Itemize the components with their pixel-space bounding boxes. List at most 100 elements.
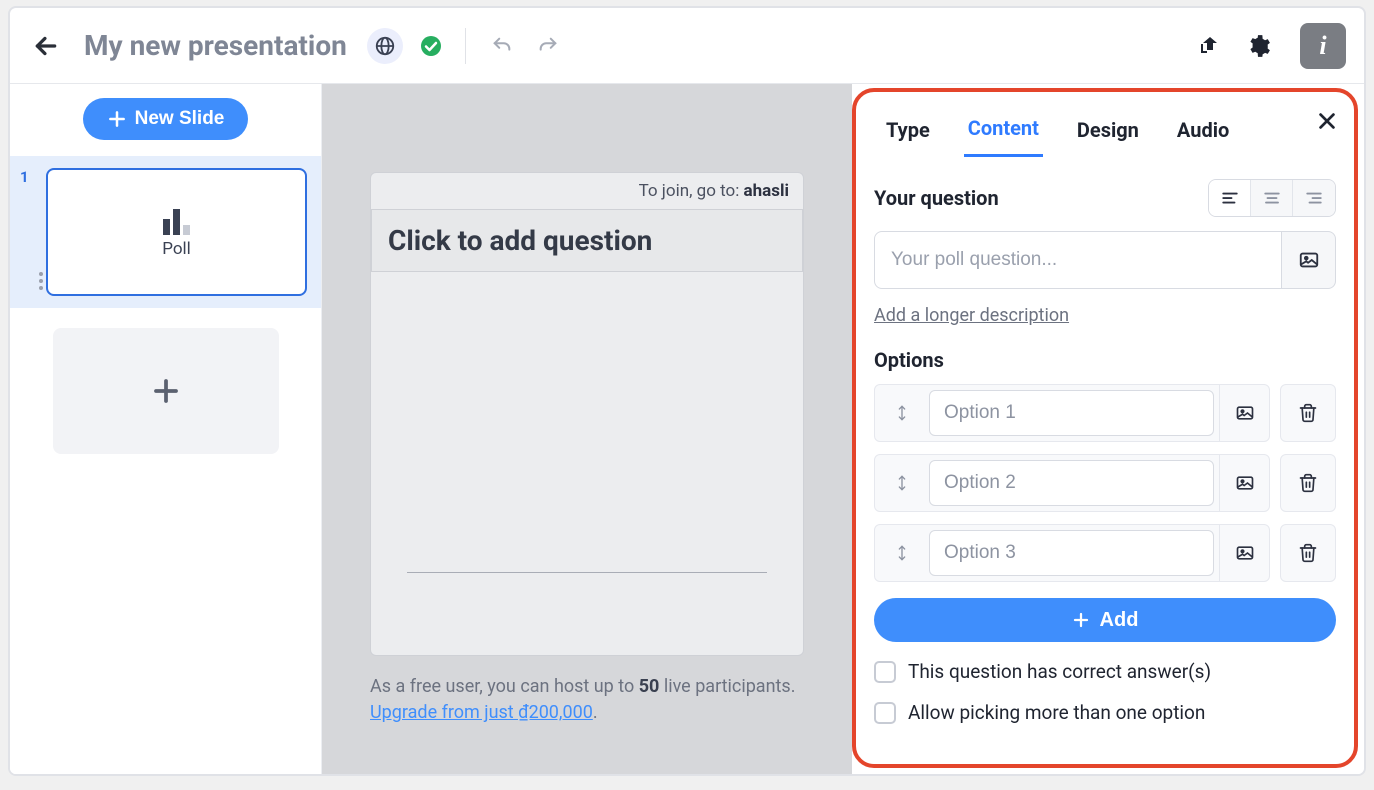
close-panel-button[interactable]: [1316, 110, 1338, 132]
close-icon: [1316, 110, 1338, 132]
upgrade-link[interactable]: Upgrade from just ₫200,000: [370, 702, 593, 723]
option-main: [874, 524, 1270, 582]
checkbox-correct-label: This question has correct answer(s): [908, 660, 1211, 683]
add-option-label: Add: [1100, 609, 1139, 632]
check-circle-icon: [419, 34, 443, 58]
slide-options-menu[interactable]: [32, 272, 50, 290]
option-row: [874, 454, 1336, 512]
plus-icon: [107, 109, 127, 129]
option-input[interactable]: [929, 460, 1214, 506]
panel-tabs: Type Content Design Audio: [874, 98, 1336, 157]
slide-canvas: To join, go to: ahasli Click to add ques…: [370, 172, 804, 656]
drag-handle[interactable]: [875, 525, 929, 581]
new-slide-label: New Slide: [135, 108, 225, 130]
redo-button[interactable]: [530, 28, 566, 64]
align-center-button[interactable]: [1251, 180, 1293, 216]
align-left-button[interactable]: [1209, 180, 1251, 216]
image-icon: [1235, 543, 1255, 563]
options-section-label: Options: [874, 348, 1336, 372]
option-input[interactable]: [929, 530, 1214, 576]
align-center-icon: [1263, 189, 1281, 207]
topbar-divider: [465, 28, 466, 64]
align-right-icon: [1305, 189, 1323, 207]
option-image-button[interactable]: [1219, 455, 1269, 511]
add-slide-tile[interactable]: [53, 328, 279, 454]
option-delete-button[interactable]: [1280, 384, 1336, 442]
redo-icon: [537, 35, 559, 57]
gear-icon: [1245, 33, 1271, 59]
question-section-label: Your question: [874, 186, 999, 210]
globe-icon: [374, 35, 396, 57]
option-image-button[interactable]: [1219, 385, 1269, 441]
upsell-suffix: live participants.: [659, 676, 795, 697]
checkbox-correct-answers[interactable]: [874, 661, 896, 683]
option-delete-button[interactable]: [1280, 454, 1336, 512]
tab-content[interactable]: Content: [964, 106, 1043, 157]
arrow-left-icon: [33, 33, 59, 59]
upsell-prefix: As a free user, you can host up to: [370, 676, 639, 697]
new-slide-button[interactable]: New Slide: [83, 98, 249, 140]
question-image-button[interactable]: [1282, 231, 1336, 289]
option-row: [874, 384, 1336, 442]
drag-handle[interactable]: [875, 385, 929, 441]
join-prefix: To join, go to:: [639, 181, 744, 201]
back-button[interactable]: [24, 24, 68, 68]
tab-design[interactable]: Design: [1073, 108, 1143, 156]
slide-thumbnail-row[interactable]: 1 Poll: [10, 156, 321, 308]
drag-handle[interactable]: [875, 455, 929, 511]
option-main: [874, 384, 1270, 442]
option-main: [874, 454, 1270, 512]
share-button[interactable]: [1188, 26, 1228, 66]
poll-chart-icon: [163, 205, 190, 235]
slide-type-label: Poll: [162, 239, 191, 259]
drag-vertical-icon: [894, 471, 910, 495]
join-instruction: To join, go to: ahasli: [371, 173, 803, 209]
image-icon: [1235, 403, 1255, 423]
join-domain: ahasli: [744, 181, 789, 201]
share-icon: [1196, 34, 1220, 58]
drag-vertical-icon: [894, 401, 910, 425]
tab-audio[interactable]: Audio: [1173, 108, 1233, 156]
option-image-button[interactable]: [1219, 525, 1269, 581]
slide-thumbnail[interactable]: Poll: [46, 168, 307, 296]
option-delete-button[interactable]: [1280, 524, 1336, 582]
question-input[interactable]: [874, 231, 1282, 289]
image-icon: [1298, 249, 1320, 271]
settings-button[interactable]: [1238, 26, 1278, 66]
tab-type[interactable]: Type: [882, 108, 934, 156]
question-placeholder[interactable]: Click to add question: [371, 209, 803, 272]
saved-status: [413, 28, 449, 64]
drag-vertical-icon: [894, 541, 910, 565]
undo-button[interactable]: [484, 28, 520, 64]
app-window: My new presentation i New Slide: [8, 6, 1366, 776]
add-description-link[interactable]: Add a longer description: [874, 305, 1069, 326]
presentation-title[interactable]: My new presentation: [84, 29, 347, 62]
topbar: My new presentation i: [10, 8, 1364, 84]
plus-icon: [151, 376, 181, 406]
trash-icon: [1298, 543, 1318, 563]
main-content: New Slide 1 Poll: [10, 84, 1364, 774]
align-left-icon: [1221, 189, 1239, 207]
slide-number: 1: [20, 168, 38, 186]
slide-sidebar: New Slide 1 Poll: [10, 84, 322, 774]
plus-icon: [1072, 611, 1090, 629]
checkbox-multi-label: Allow picking more than one option: [908, 701, 1205, 724]
undo-icon: [491, 35, 513, 57]
add-option-button[interactable]: Add: [874, 598, 1336, 642]
properties-panel: Type Content Design Audio Your question: [852, 88, 1358, 768]
canvas-area: To join, go to: ahasli Click to add ques…: [322, 84, 852, 774]
align-right-button[interactable]: [1293, 180, 1335, 216]
upsell-end: .: [593, 702, 598, 723]
text-align-group: [1208, 179, 1336, 217]
canvas-divider: [407, 572, 767, 573]
image-icon: [1235, 473, 1255, 493]
upsell-limit: 50: [639, 676, 660, 697]
option-input[interactable]: [929, 390, 1214, 436]
checkbox-multi-select[interactable]: [874, 702, 896, 724]
info-button[interactable]: i: [1300, 23, 1346, 69]
option-row: [874, 524, 1336, 582]
upsell-message: As a free user, you can host up to 50 li…: [370, 674, 804, 726]
globe-button[interactable]: [367, 28, 403, 64]
trash-icon: [1298, 473, 1318, 493]
trash-icon: [1298, 403, 1318, 423]
